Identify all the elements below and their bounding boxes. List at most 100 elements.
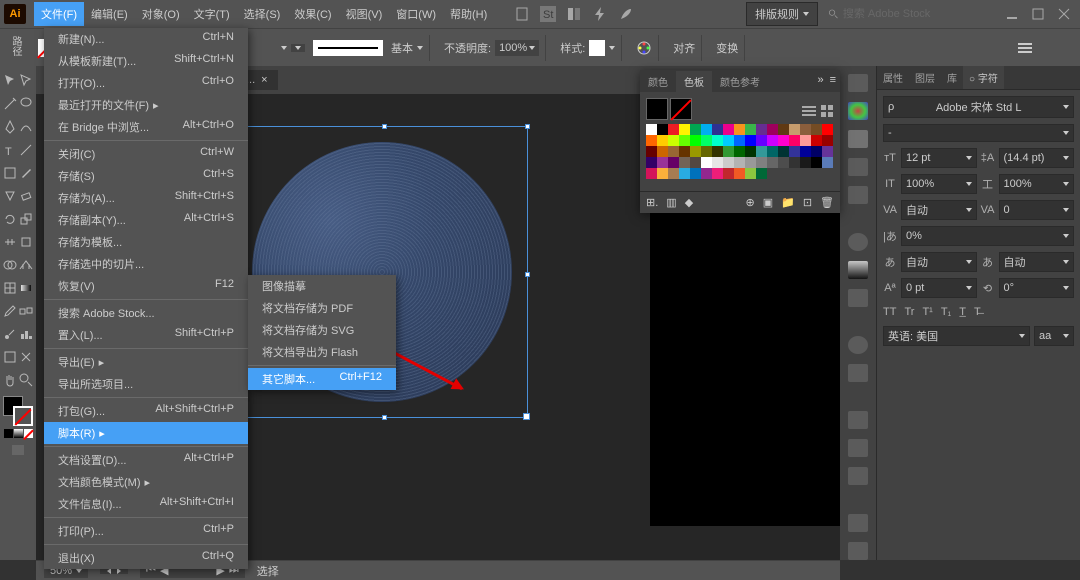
font-style-field[interactable]: - bbox=[883, 124, 1074, 142]
mesh-tool[interactable] bbox=[2, 280, 18, 296]
file-menu-item[interactable]: 文档设置(D)...Alt+Ctrl+P bbox=[44, 449, 248, 471]
font-family-field[interactable]: ρAdobe 宋体 Std L bbox=[883, 96, 1074, 118]
graph-tool[interactable] bbox=[18, 326, 34, 342]
swatch-cell[interactable] bbox=[734, 146, 745, 157]
swatch-cell[interactable] bbox=[811, 157, 822, 168]
antialiasing-field[interactable]: aa bbox=[1034, 326, 1074, 346]
baseline-pct-field[interactable]: 0% bbox=[901, 226, 1074, 246]
gradient-tool[interactable] bbox=[18, 280, 34, 296]
vscale-field[interactable]: 100% bbox=[901, 174, 977, 194]
swatch-cell[interactable] bbox=[745, 146, 756, 157]
swatch-cell[interactable] bbox=[778, 157, 789, 168]
swatch-cell[interactable] bbox=[646, 135, 657, 146]
layers-dock-icon[interactable] bbox=[848, 411, 868, 429]
swatch-cell[interactable] bbox=[723, 146, 734, 157]
underline-button[interactable]: T̲ bbox=[959, 306, 966, 318]
search-stock[interactable] bbox=[828, 8, 986, 20]
swatch-cell[interactable] bbox=[745, 124, 756, 135]
tracking-field[interactable]: 0 bbox=[999, 200, 1075, 220]
file-menu-item[interactable]: 导出所选项目... bbox=[44, 373, 248, 395]
swatch-cell[interactable] bbox=[767, 135, 778, 146]
swatch-cell[interactable] bbox=[800, 124, 811, 135]
properties-dock-icon[interactable] bbox=[848, 74, 868, 92]
workspace-switcher[interactable]: 排版规则 bbox=[746, 2, 818, 26]
recolor-icon[interactable] bbox=[636, 40, 652, 56]
swatch-cell[interactable] bbox=[756, 135, 767, 146]
menu-2[interactable]: 对象(O) bbox=[135, 2, 187, 26]
curvature-tool[interactable] bbox=[18, 119, 34, 135]
char-tab[interactable]: 属性 bbox=[877, 66, 909, 89]
swatch-cell[interactable] bbox=[800, 146, 811, 157]
type-tool[interactable]: T bbox=[2, 142, 18, 158]
swatch-cell[interactable] bbox=[767, 124, 778, 135]
script-menu-item[interactable]: 将文档导出为 Flash bbox=[248, 341, 396, 363]
subscript-button[interactable]: T₁ bbox=[941, 306, 951, 318]
menu-5[interactable]: 效果(C) bbox=[287, 2, 338, 26]
swatch-cell[interactable] bbox=[690, 135, 701, 146]
maximize-icon[interactable] bbox=[1032, 8, 1044, 20]
swatch-cell[interactable] bbox=[657, 135, 668, 146]
rotation-field[interactable]: 0° bbox=[999, 278, 1075, 298]
file-menu-item[interactable]: 脚本(R) bbox=[44, 422, 248, 444]
swatch-cell[interactable] bbox=[734, 135, 745, 146]
swatch-tab[interactable]: 颜色参考 bbox=[712, 71, 768, 92]
char-tab[interactable]: 库 bbox=[941, 66, 963, 89]
swatch-cell[interactable] bbox=[723, 157, 734, 168]
brushes-dock-icon[interactable] bbox=[848, 158, 868, 176]
artboard-tool[interactable] bbox=[2, 349, 18, 365]
swatch-cell[interactable] bbox=[657, 168, 668, 179]
trash-icon[interactable]: 🗑 bbox=[820, 196, 834, 209]
swatch-options-icon[interactable]: ◆ bbox=[685, 196, 693, 209]
menu-1[interactable]: 编辑(E) bbox=[84, 2, 135, 26]
swatch-cell[interactable] bbox=[701, 168, 712, 179]
new-swatch-icon[interactable]: ▣ bbox=[763, 196, 773, 209]
shaper-tool[interactable] bbox=[2, 188, 18, 204]
swatch-cell[interactable] bbox=[811, 135, 822, 146]
file-menu-item[interactable]: 搜索 Adobe Stock... bbox=[44, 302, 248, 324]
script-menu-item[interactable]: 其它脚本...Ctrl+F12 bbox=[248, 368, 396, 390]
panel-menu-icon[interactable]: ≡ bbox=[830, 74, 836, 86]
file-menu-item[interactable]: 打开(O)...Ctrl+O bbox=[44, 72, 248, 94]
swatch-cell[interactable] bbox=[822, 146, 833, 157]
swatch-cell[interactable] bbox=[668, 157, 679, 168]
baseline-shift-field[interactable]: 0 pt bbox=[901, 278, 977, 298]
menu-4[interactable]: 选择(S) bbox=[237, 2, 288, 26]
grid-view-icon[interactable] bbox=[820, 104, 834, 118]
pen-tool[interactable] bbox=[2, 119, 18, 135]
appearance-dock-icon[interactable] bbox=[848, 336, 868, 354]
eyedropper-tool[interactable] bbox=[2, 303, 18, 319]
bolt-icon[interactable] bbox=[592, 6, 608, 22]
menu-8[interactable]: 帮助(H) bbox=[443, 2, 494, 26]
magic-wand-tool[interactable] bbox=[2, 96, 18, 112]
gradient-dock-icon[interactable] bbox=[848, 261, 868, 279]
libraries-dock-icon[interactable] bbox=[848, 514, 868, 532]
swatch-cell[interactable] bbox=[679, 157, 690, 168]
stroke-preset[interactable]: 基本 bbox=[391, 40, 413, 56]
swatch-cell[interactable] bbox=[701, 146, 712, 157]
swatch-cell[interactable] bbox=[657, 157, 668, 168]
swatch-cell[interactable] bbox=[690, 168, 701, 179]
swatch-cell[interactable] bbox=[811, 146, 822, 157]
file-menu-item[interactable]: 导出(E) bbox=[44, 351, 248, 373]
blend-tool[interactable] bbox=[18, 303, 34, 319]
language-field[interactable]: 英语: 美国 bbox=[883, 326, 1030, 346]
char-tab[interactable]: 图层 bbox=[909, 66, 941, 89]
swatch-cell[interactable] bbox=[701, 124, 712, 135]
menu-7[interactable]: 窗口(W) bbox=[389, 2, 443, 26]
swatch-cell[interactable] bbox=[657, 124, 668, 135]
swatch-cell[interactable] bbox=[800, 135, 811, 146]
swatch-cell[interactable] bbox=[756, 157, 767, 168]
file-menu-item[interactable]: 存储副本(Y)...Alt+Ctrl+S bbox=[44, 209, 248, 231]
char-tab[interactable]: ○ 字符 bbox=[963, 66, 1004, 89]
swatch-cell[interactable] bbox=[734, 124, 745, 135]
swatch-cell[interactable] bbox=[712, 146, 723, 157]
artboards-dock-icon[interactable] bbox=[848, 467, 868, 485]
swatch-cell[interactable] bbox=[767, 146, 778, 157]
swatch-cell[interactable] bbox=[679, 146, 690, 157]
swatch-cell[interactable] bbox=[712, 124, 723, 135]
swatch-cell[interactable] bbox=[701, 135, 712, 146]
file-menu-item[interactable]: 打包(G)...Alt+Shift+Ctrl+P bbox=[44, 400, 248, 422]
swatch-cell[interactable] bbox=[745, 168, 756, 179]
swatch-cell[interactable] bbox=[646, 157, 657, 168]
current-fill-swatch[interactable] bbox=[646, 98, 668, 120]
